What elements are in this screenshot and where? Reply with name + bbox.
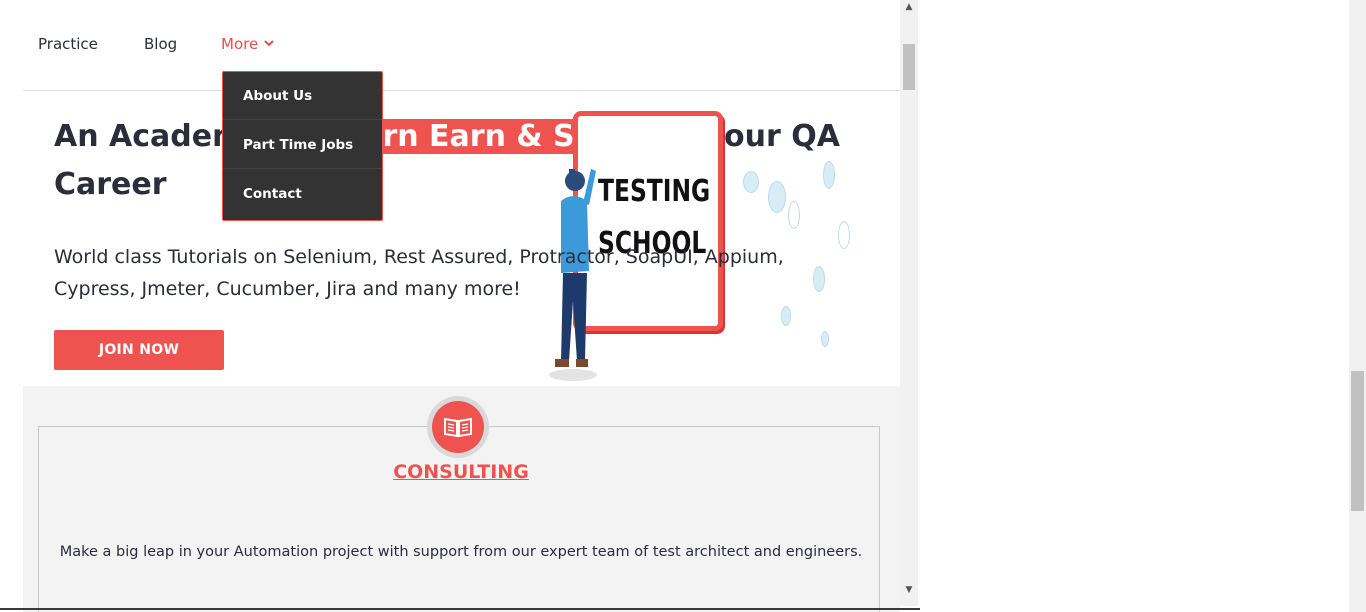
chevron-down-icon — [264, 40, 274, 47]
more-dropdown-menu: About Us Part Time Jobs Contact — [222, 71, 383, 221]
scroll-up-arrow-icon[interactable]: ▲ — [900, 2, 918, 12]
menu-item-contact[interactable]: Contact — [223, 170, 382, 218]
nav-practice[interactable]: Practice — [38, 35, 98, 53]
menu-item-part-time-jobs[interactable]: Part Time Jobs — [223, 121, 382, 169]
services-section: CONSULTING Make a big leap in your Autom… — [23, 386, 900, 612]
join-now-button[interactable]: JOIN NOW — [54, 330, 224, 370]
top-nav: Practice Blog More — [23, 0, 900, 91]
hero-subtitle: World class Tutorials on Selenium, Rest … — [54, 246, 784, 300]
page-scrollbar[interactable] — [1349, 0, 1366, 612]
frame-border — [0, 608, 920, 610]
card-text: Make a big leap in your Automation proje… — [59, 544, 863, 560]
inner-scrollbar-thumb[interactable] — [903, 44, 915, 90]
scroll-down-arrow-icon[interactable]: ▼ — [900, 585, 918, 595]
hero-section: An Academy to Learn Earn & Shine in your… — [23, 91, 900, 386]
inner-scrollbar[interactable] — [900, 0, 918, 606]
menu-item-about-us[interactable]: About Us — [223, 72, 382, 120]
page-scrollbar-thumb[interactable] — [1351, 371, 1364, 511]
nav-more-label: More — [221, 35, 259, 53]
nav-blog[interactable]: Blog — [144, 35, 177, 53]
nav-more[interactable]: More — [221, 35, 274, 53]
embedded-page-frame: Practice Blog More An Academy to Learn E… — [0, 0, 918, 612]
book-icon — [432, 401, 484, 453]
card-title[interactable]: CONSULTING — [23, 461, 899, 483]
